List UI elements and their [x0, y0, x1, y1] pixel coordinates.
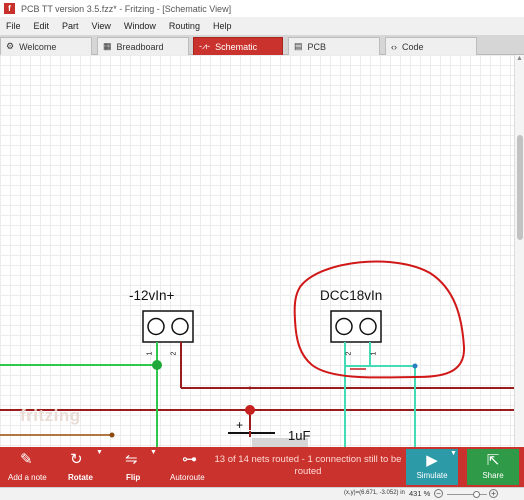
fritzing-app-icon: f — [4, 3, 15, 14]
autoroute-label: Autoroute — [170, 473, 205, 482]
tab-welcome[interactable]: ⚙ Welcome — [0, 37, 92, 55]
zoom-level: 431 % — [409, 489, 431, 498]
part-label-dcc18vin: DCC18vIn — [320, 288, 383, 303]
flip-label: Flip — [126, 473, 141, 482]
fritzing-watermark: fritzing — [20, 406, 81, 425]
share-button[interactable]: ⇱ Share — [467, 449, 519, 485]
simulate-dropdown-icon[interactable]: ▼ — [450, 450, 457, 457]
cyan-junction-dot[interactable] — [412, 363, 418, 369]
status-bar: (x,y)=(6.671, -3.052) in 431 % − + — [0, 487, 524, 500]
window-title: PCB TT version 3.5.fzz* - Fritzing - [Sc… — [21, 3, 232, 14]
trace-brown-end[interactable] — [109, 432, 115, 438]
add-note-button[interactable]: ✎ Add a note — [6, 447, 50, 487]
tab-schematic[interactable]: -⩘- Schematic — [193, 37, 283, 55]
menu-file[interactable]: File — [6, 21, 21, 31]
breadboard-icon: ▦ — [103, 41, 112, 51]
share-label: Share — [482, 471, 504, 480]
pcb-icon: ▤ — [294, 41, 303, 51]
red-bend-dot — [248, 386, 252, 390]
flip-button[interactable]: ⇋ ▼ Flip — [122, 447, 162, 487]
capacitor-plus-sign: + — [236, 418, 244, 432]
scrollbar-thumb[interactable] — [517, 135, 523, 240]
zoom-in-icon[interactable]: + — [489, 489, 498, 498]
menu-view[interactable]: View — [92, 21, 111, 31]
part-label-12vin: -12vIn+ — [129, 288, 175, 303]
code-icon: ‹› — [391, 41, 397, 52]
zoom-slider-track[interactable] — [447, 494, 487, 495]
menu-window[interactable]: Window — [124, 21, 156, 31]
simulate-label: Simulate — [416, 471, 448, 480]
pin-number-12v-2: 2 — [170, 351, 178, 356]
add-note-icon: ✎ — [20, 451, 33, 468]
connector-12v-pin1[interactable] — [147, 317, 165, 336]
tab-pcb-label: PCB — [307, 41, 327, 52]
routing-status-message[interactable]: 13 of 14 nets routed - 1 connection stil… — [214, 454, 402, 478]
cursor-coordinates: (x,y)=(6.671, -3.052) in — [344, 490, 405, 496]
tab-pcb[interactable]: ▤ PCB — [288, 37, 380, 55]
view-tab-bar: ⚙ Welcome ▦ Breadboard -⩘- Schematic ▤ P… — [0, 35, 524, 55]
tab-breadboard[interactable]: ▦ Breadboard — [97, 37, 189, 55]
schematic-drawing — [0, 260, 524, 447]
rotate-dropdown-icon[interactable]: ▼ — [96, 449, 103, 456]
green-junction-dot[interactable] — [152, 360, 162, 370]
flip-dropdown-icon[interactable]: ▼ — [150, 449, 157, 456]
connector-dcc18v-pin2[interactable] — [335, 317, 353, 336]
rotate-icon: ↻ — [70, 451, 83, 468]
tab-welcome-label: Welcome — [19, 41, 57, 52]
vertical-scrollbar[interactable]: ▲ — [514, 55, 524, 447]
tab-code-label: Code — [402, 41, 424, 52]
pin-number-dcc-1: 1 — [370, 351, 378, 356]
flip-icon: ⇋ — [125, 451, 138, 468]
connector-dcc18v-pin1[interactable] — [359, 317, 377, 336]
pin-number-12v-1: 1 — [146, 351, 154, 356]
zoom-out-icon[interactable]: − — [434, 489, 443, 498]
gear-icon: ⚙ — [6, 41, 15, 51]
zoom-slider-handle[interactable] — [472, 491, 480, 498]
menu-part[interactable]: Part — [62, 21, 79, 31]
schematic-canvas[interactable]: 1 2 2 1 — [0, 55, 524, 447]
tab-schematic-label: Schematic — [215, 41, 258, 52]
rotate-label: Rotate — [68, 473, 93, 482]
red-junction-dot[interactable] — [245, 405, 255, 415]
share-icon: ⇱ — [486, 452, 500, 469]
tab-code[interactable]: ‹› Code — [385, 37, 477, 55]
menu-routing[interactable]: Routing — [169, 21, 200, 31]
menu-help[interactable]: Help — [213, 21, 232, 31]
autoroute-button[interactable]: ⊶ Autoroute — [168, 447, 214, 487]
scroll-up-icon[interactable]: ▲ — [516, 55, 523, 62]
rotate-button[interactable]: ↻ ▼ Rotate — [62, 447, 106, 487]
schematic-icon: -⩘- — [199, 41, 211, 51]
pin-number-dcc-2: 2 — [345, 351, 353, 356]
autoroute-icon: ⊶ — [182, 451, 197, 468]
tab-breadboard-label: Breadboard — [116, 41, 164, 52]
connector-12v-pin2[interactable] — [171, 317, 189, 336]
capacitor-label: 1uF — [288, 428, 311, 443]
menu-bar: File Edit Part View Window Routing Help — [0, 17, 524, 35]
menu-edit[interactable]: Edit — [34, 21, 50, 31]
add-note-label: Add a note — [8, 473, 47, 482]
title-bar: f PCB TT version 3.5.fzz* - Fritzing - [… — [0, 0, 524, 17]
